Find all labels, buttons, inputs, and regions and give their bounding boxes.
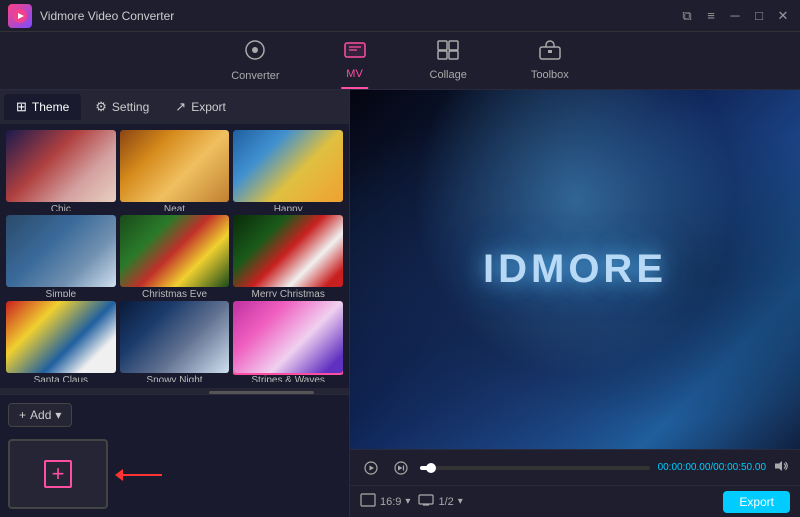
- screen-chevron-icon: ▾: [458, 496, 463, 507]
- scroll-bar: [209, 391, 314, 394]
- title-bar: Vidmore Video Converter ⧉ ≡ ─ □ ✕: [0, 0, 800, 32]
- theme-label-merry-christmas: Merry Christmas: [233, 287, 343, 296]
- screen-selector[interactable]: 1/2 ▾: [418, 494, 462, 509]
- media-slot[interactable]: +: [8, 439, 108, 509]
- window-maximize-button[interactable]: □: [750, 7, 768, 25]
- main-content: ⊞ Theme ⚙ Setting ↗ Export Chic NeatHappy…: [0, 90, 800, 517]
- theme-label-snowy-night: Snowy Night: [120, 373, 230, 382]
- theme-grid: Chic NeatHappy Simple Christmas EveMerry Ch…: [0, 124, 349, 388]
- theme-card-happy[interactable]: Happy: [233, 130, 343, 211]
- theme-thumbnail-chic: [6, 130, 116, 202]
- theme-label-christmas-eve: Christmas Eve: [120, 287, 230, 296]
- theme-thumbnail-christmas-eve: [120, 215, 230, 287]
- ratio-chevron-icon: ▾: [405, 496, 410, 507]
- nav-label-toolbox: Toolbox: [531, 69, 569, 81]
- theme-card-simple[interactable]: Simple: [6, 215, 116, 296]
- converter-icon: [244, 39, 266, 67]
- progress-dot: [426, 463, 436, 473]
- mv-icon: [344, 41, 366, 65]
- theme-card-stripes-waves[interactable]: Stripes & Waves: [233, 301, 343, 382]
- controls-bar: 00:00:00.00/00:00:50.00: [350, 449, 800, 485]
- theme-card-christmas-eve[interactable]: Christmas Eve: [120, 215, 230, 296]
- preview-area: IDMORE: [350, 90, 800, 449]
- theme-label-happy: Happy: [233, 202, 343, 211]
- app-title: Vidmore Video Converter: [40, 9, 678, 23]
- tab-row: ⊞ Theme ⚙ Setting ↗ Export: [0, 90, 349, 124]
- tab-export[interactable]: ↗ Export: [163, 94, 238, 120]
- tab-export-label: Export: [191, 100, 226, 114]
- theme-label-stripes-waves: Stripes & Waves: [233, 373, 343, 382]
- export-button[interactable]: Export: [723, 491, 790, 513]
- theme-label-santa-claus: Santa Claus: [6, 373, 116, 382]
- theme-thumbnail-neat: [120, 130, 230, 202]
- toolbox-icon: [539, 40, 561, 66]
- theme-thumbnail-simple: [6, 215, 116, 287]
- window-minimize-button[interactable]: ─: [726, 7, 744, 25]
- app-logo: [8, 4, 32, 28]
- theme-label-neat: Neat: [120, 202, 230, 211]
- nav-item-toolbox[interactable]: Toolbox: [519, 36, 581, 85]
- theme-thumbnail-santa-claus: [6, 301, 116, 373]
- right-panel: IDMORE 00:00:00.00: [350, 90, 800, 517]
- add-row: + Add ▾: [0, 394, 349, 433]
- theme-label-simple: Simple: [6, 287, 116, 296]
- arrow-line: [122, 474, 162, 476]
- screen-icon: [418, 494, 434, 509]
- theme-thumbnail-stripes-waves: [233, 301, 343, 373]
- nav-label-mv: MV: [346, 68, 363, 80]
- theme-tab-icon: ⊞: [16, 99, 27, 115]
- window-controls: ⧉ ≡ ─ □ ✕: [678, 7, 792, 25]
- theme-thumbnail-happy: [233, 130, 343, 202]
- theme-thumbnail-snowy-night: [120, 301, 230, 373]
- tab-theme-label: Theme: [32, 100, 69, 114]
- step-forward-button[interactable]: [390, 459, 412, 477]
- volume-icon[interactable]: [774, 459, 790, 476]
- left-panel: ⊞ Theme ⚙ Setting ↗ Export Chic NeatHappy…: [0, 90, 350, 517]
- ratio-selector[interactable]: 16:9 ▾: [360, 493, 410, 510]
- screen-label: 1/2: [438, 496, 453, 508]
- export-tab-icon: ↗: [175, 99, 186, 115]
- time-display: 00:00:00.00/00:00:50.00: [658, 462, 766, 473]
- tab-setting-label: Setting: [112, 100, 149, 114]
- theme-card-snowy-night[interactable]: Snowy Night: [120, 301, 230, 382]
- tab-theme[interactable]: ⊞ Theme: [4, 94, 81, 120]
- tab-setting[interactable]: ⚙ Setting: [83, 94, 161, 120]
- collage-icon: [437, 40, 459, 66]
- play-button[interactable]: [360, 459, 382, 477]
- nav-item-converter[interactable]: Converter: [219, 35, 291, 86]
- nav-item-mv[interactable]: MV: [332, 37, 378, 84]
- window-close-button[interactable]: ✕: [774, 7, 792, 25]
- theme-label-chic: Chic: [6, 202, 116, 211]
- theme-card-santa-claus[interactable]: Santa Claus: [6, 301, 116, 382]
- media-slot-row: +: [0, 433, 349, 517]
- theme-card-merry-christmas[interactable]: Merry Christmas: [233, 215, 343, 296]
- window-menu-button[interactable]: ≡: [702, 7, 720, 25]
- progress-bar[interactable]: [420, 466, 650, 470]
- theme-thumbnail-merry-christmas: [233, 215, 343, 287]
- arrow-indicator: [115, 469, 162, 481]
- time-total: 00:00:50.00: [713, 462, 766, 473]
- add-icon: +: [19, 408, 26, 422]
- time-current: 00:00:00.00: [658, 462, 711, 473]
- media-add-icon: +: [44, 460, 72, 488]
- preview-watermark-text: IDMORE: [483, 247, 667, 292]
- scroll-indicator: [0, 388, 349, 394]
- add-label: Add: [30, 408, 51, 422]
- ratio-icon: [360, 493, 376, 510]
- nav-item-collage[interactable]: Collage: [418, 36, 479, 85]
- nav-bar: Converter MV Collage: [0, 32, 800, 90]
- nav-label-converter: Converter: [231, 70, 279, 82]
- theme-card-chic[interactable]: Chic: [6, 130, 116, 211]
- ratio-label: 16:9: [380, 496, 401, 508]
- window-settings-button[interactable]: ⧉: [678, 7, 696, 25]
- add-button[interactable]: + Add ▾: [8, 403, 72, 427]
- add-dropdown-icon: ▾: [55, 408, 61, 422]
- theme-card-neat[interactable]: Neat: [120, 130, 230, 211]
- nav-label-collage: Collage: [430, 69, 467, 81]
- bottom-bar: 16:9 ▾ 1/2 ▾ Export: [350, 485, 800, 517]
- setting-tab-icon: ⚙: [95, 99, 107, 115]
